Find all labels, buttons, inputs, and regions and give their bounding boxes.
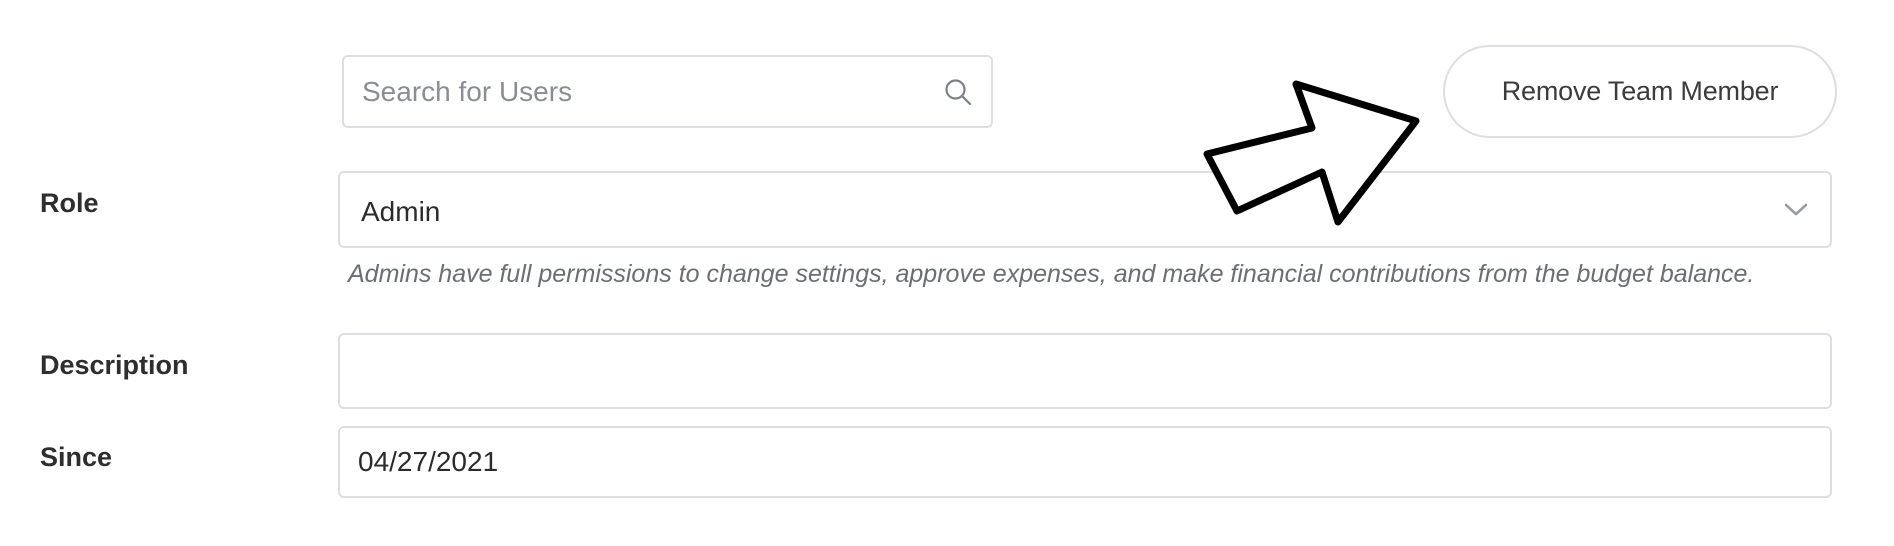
- role-select[interactable]: Admin: [338, 171, 1832, 248]
- team-member-form: Remove Team Member Role Admin Admins hav…: [0, 0, 1894, 546]
- since-date-field[interactable]: [338, 426, 1832, 498]
- search-box[interactable]: [342, 55, 993, 128]
- chevron-down-icon: [1784, 203, 1808, 216]
- search-input[interactable]: [362, 57, 922, 126]
- role-help-text: Admins have full permissions to change s…: [348, 260, 1755, 288]
- role-label: Role: [40, 188, 99, 218]
- description-label: Description: [40, 350, 189, 380]
- role-selected-value: Admin: [361, 196, 441, 227]
- since-label: Since: [40, 442, 113, 472]
- description-field[interactable]: [338, 333, 1832, 409]
- search-icon[interactable]: [943, 77, 973, 107]
- remove-team-member-button[interactable]: Remove Team Member: [1443, 45, 1837, 138]
